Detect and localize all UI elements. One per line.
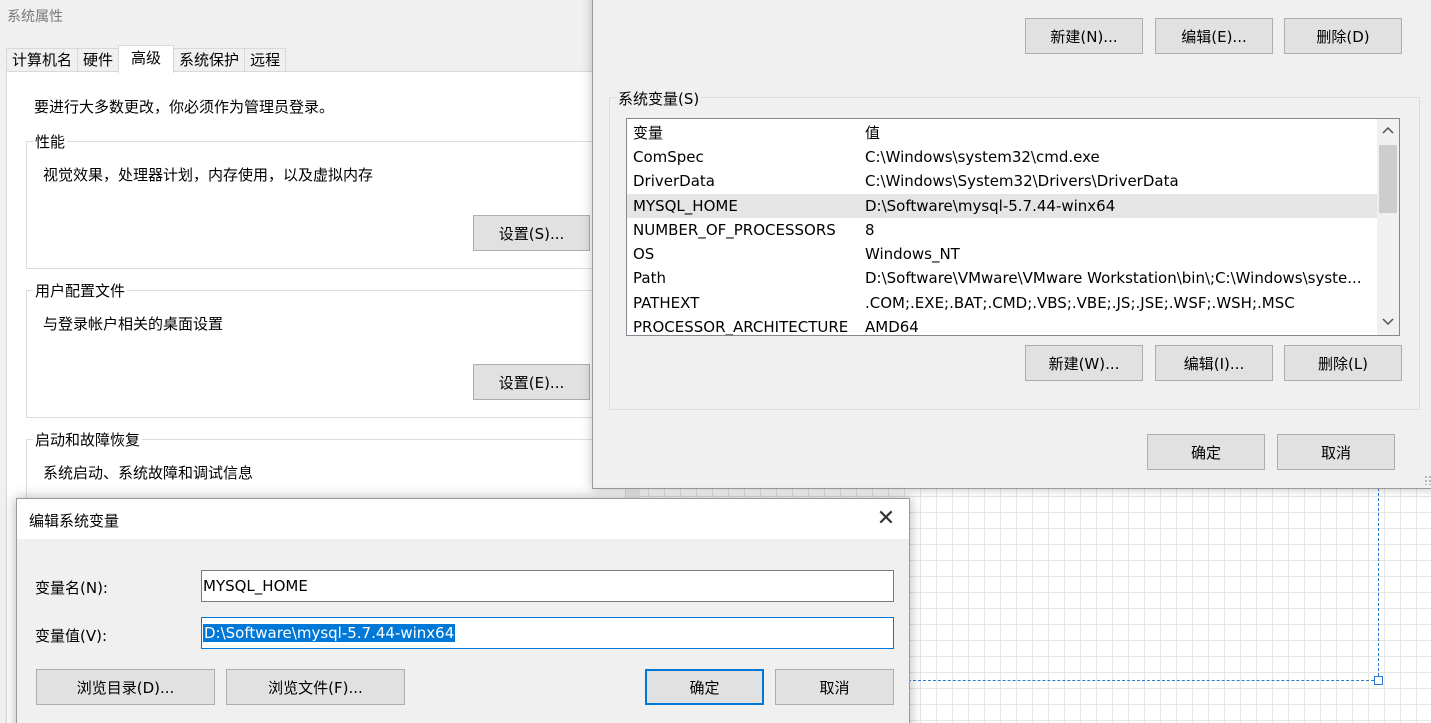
- variable-name-input-text: MYSQL_HOME: [203, 577, 308, 595]
- edit-system-variable-dialog: 编辑系统变量 ✕ 变量名(N): MYSQL_HOME 变量值(V): D:\S…: [16, 498, 910, 723]
- variable-name-label: 变量名(N):: [35, 579, 108, 597]
- variable-name: PATHEXT: [633, 294, 700, 312]
- list-item[interactable]: Path D:\Software\VMware\VMware Workstati…: [627, 266, 1379, 290]
- list-item[interactable]: PATHEXT .COM;.EXE;.BAT;.CMD;.VBS;.VBE;.J…: [627, 291, 1379, 315]
- variable-value-input-text: D:\Software\mysql-5.7.44-winx64: [203, 624, 456, 642]
- variable-value: .COM;.EXE;.BAT;.CMD;.VBS;.VBE;.JS;.JSE;.…: [865, 294, 1295, 312]
- variable-value: 8: [865, 221, 875, 239]
- list-item[interactable]: OS Windows_NT: [627, 242, 1379, 266]
- variable-value: C:\Windows\system32\cmd.exe: [865, 148, 1100, 166]
- variable-value-label: 变量值(V):: [35, 627, 108, 645]
- startup-recovery-legend: 启动和故障恢复: [33, 429, 143, 450]
- performance-settings-button[interactable]: 设置(S)...: [473, 215, 590, 251]
- browse-directory-button[interactable]: 浏览目录(D)...: [36, 669, 215, 705]
- variable-name: PROCESSOR_ARCHITECTURE: [633, 318, 849, 336]
- variable-value-input[interactable]: D:\Software\mysql-5.7.44-winx64: [201, 617, 894, 649]
- variable-name: OS: [633, 245, 655, 263]
- performance-description: 视觉效果，处理器计划，内存使用，以及虚拟内存: [43, 166, 374, 184]
- system-var-delete-button[interactable]: 删除(L): [1284, 345, 1402, 381]
- tab-advanced[interactable]: 高级: [118, 45, 175, 73]
- performance-legend: 性能: [33, 131, 68, 152]
- scrollbar-thumb[interactable]: [1379, 145, 1397, 213]
- list-item[interactable]: PROCESSOR_ARCHITECTURE AMD64: [627, 315, 1379, 336]
- user-profiles-legend: 用户配置文件: [33, 280, 128, 301]
- variable-name: ComSpec: [633, 148, 704, 166]
- user-var-delete-button[interactable]: 删除(D): [1284, 18, 1402, 54]
- system-variables-group: 系统变量(S) 变量 值 ComSpec C:\Windows\system32…: [609, 88, 1420, 410]
- variable-value: AMD64: [865, 318, 919, 336]
- user-profiles-description: 与登录帐户相关的桌面设置: [43, 315, 224, 333]
- variable-name: DriverData: [633, 172, 715, 190]
- list-scrollbar[interactable]: [1377, 119, 1399, 335]
- window-title: 系统属性: [7, 9, 63, 25]
- list-item[interactable]: NUMBER_OF_PROCESSORS 8: [627, 218, 1379, 242]
- user-var-new-button[interactable]: 新建(N)...: [1025, 18, 1143, 54]
- startup-recovery-description: 系统启动、系统故障和调试信息: [43, 464, 254, 482]
- column-header-value[interactable]: 值: [865, 121, 1379, 145]
- variable-name: MYSQL_HOME: [633, 197, 738, 215]
- system-variables-list[interactable]: 变量 值 ComSpec C:\Windows\system32\cmd.exe…: [626, 118, 1400, 336]
- environment-variables-window: 新建(N)... 编辑(E)... 删除(D) 系统变量(S) 变量 值 Com…: [592, 0, 1431, 489]
- resize-handle[interactable]: [1374, 676, 1383, 685]
- list-header: 变量 值: [627, 121, 1379, 145]
- variable-name: NUMBER_OF_PROCESSORS: [633, 221, 836, 239]
- tab-computer-name[interactable]: 计算机名: [6, 48, 79, 72]
- env-cancel-button[interactable]: 取消: [1277, 434, 1395, 470]
- variable-value: D:\Software\VMware\VMware Workstation\bi…: [865, 269, 1362, 287]
- dialog-ok-button[interactable]: 确定: [645, 669, 764, 705]
- admin-note: 要进行大多数更改，你必须作为管理员登录。: [34, 98, 335, 116]
- dialog-titlebar: 编辑系统变量 ✕: [17, 499, 909, 539]
- chevron-down-icon[interactable]: [1377, 313, 1399, 333]
- dialog-title: 编辑系统变量: [29, 512, 120, 530]
- resize-grip[interactable]: [1424, 475, 1431, 485]
- list-item-selected[interactable]: MYSQL_HOME D:\Software\mysql-5.7.44-winx…: [627, 194, 1379, 218]
- selection-outline-right: [1378, 488, 1379, 681]
- tab-hardware[interactable]: 硬件: [77, 48, 120, 72]
- variable-name: Path: [633, 269, 666, 287]
- tab-system-protection[interactable]: 系统保护: [173, 48, 246, 72]
- variable-value: D:\Software\mysql-5.7.44-winx64: [865, 197, 1116, 215]
- close-icon[interactable]: ✕: [863, 499, 909, 539]
- tab-remote[interactable]: 远程: [244, 48, 287, 72]
- variable-value: Windows_NT: [865, 245, 960, 263]
- selection-outline-bottom: [908, 680, 1379, 681]
- env-ok-button[interactable]: 确定: [1147, 434, 1265, 470]
- user-profiles-settings-button[interactable]: 设置(E)...: [473, 364, 590, 400]
- dialog-cancel-button[interactable]: 取消: [775, 669, 894, 705]
- system-var-new-button[interactable]: 新建(W)...: [1025, 345, 1143, 381]
- column-header-name[interactable]: 变量: [633, 121, 863, 145]
- system-variables-legend: 系统变量(S): [616, 88, 702, 109]
- system-var-edit-button[interactable]: 编辑(I)...: [1155, 345, 1273, 381]
- list-item[interactable]: ComSpec C:\Windows\system32\cmd.exe: [627, 145, 1379, 169]
- user-var-edit-button[interactable]: 编辑(E)...: [1155, 18, 1273, 54]
- tab-bar: 计算机名 硬件 高级 系统保护 远程: [6, 45, 287, 73]
- variable-value: C:\Windows\System32\Drivers\DriverData: [865, 172, 1179, 190]
- browse-file-button[interactable]: 浏览文件(F)...: [226, 669, 405, 705]
- variable-name-input[interactable]: MYSQL_HOME: [201, 570, 894, 602]
- chevron-up-icon[interactable]: [1377, 121, 1399, 141]
- list-item[interactable]: DriverData C:\Windows\System32\Drivers\D…: [627, 169, 1379, 193]
